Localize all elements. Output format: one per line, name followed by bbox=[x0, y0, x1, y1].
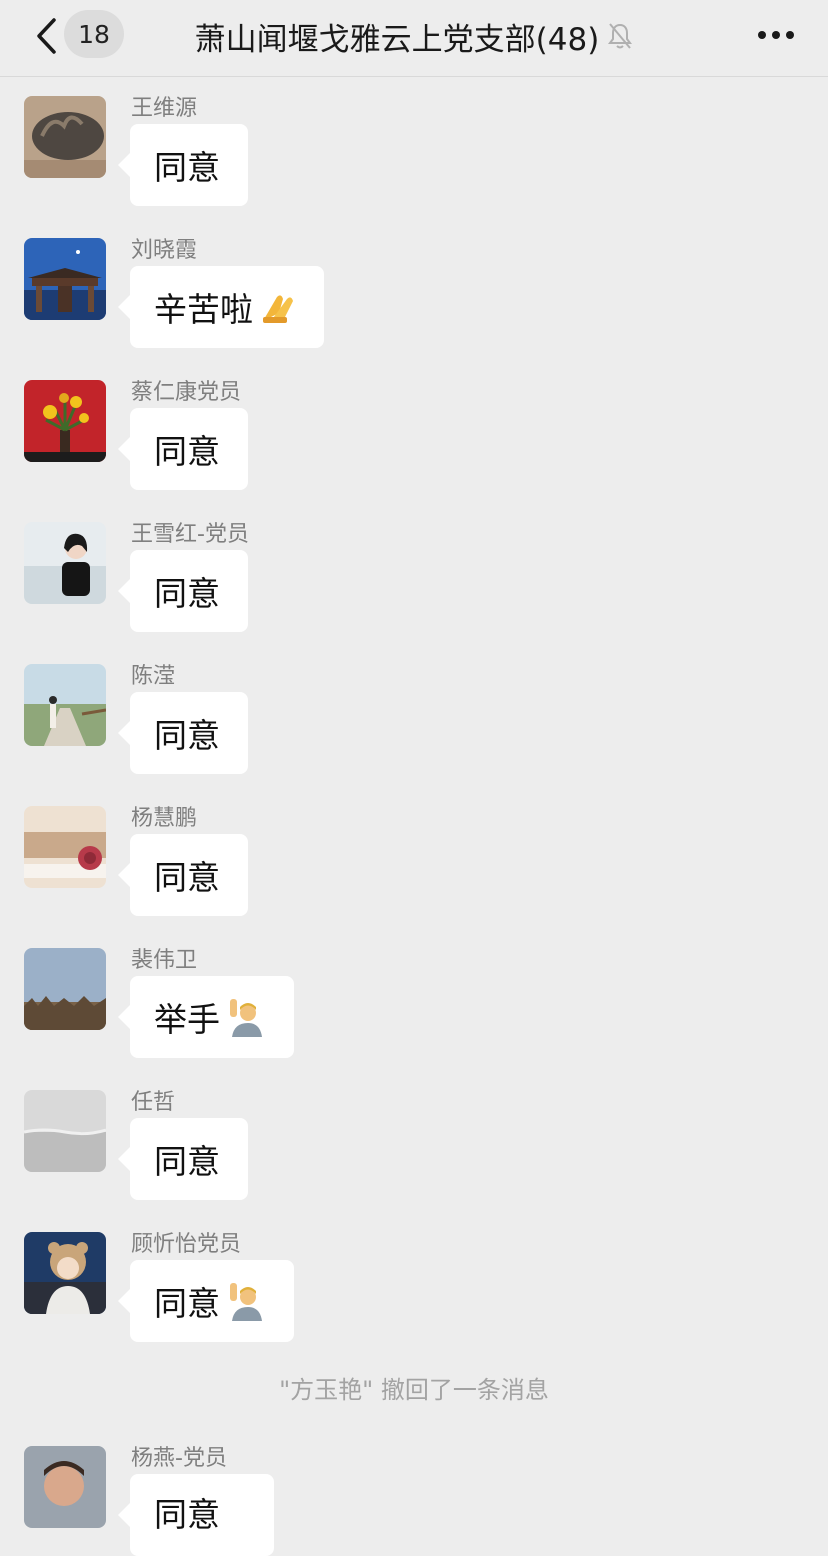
message-text: 举手 bbox=[154, 1000, 220, 1039]
message-bubble[interactable]: 同意 bbox=[118, 1118, 248, 1200]
person-raising-hand-emoji bbox=[226, 1281, 264, 1321]
sender-name: 杨燕-党员 bbox=[131, 1446, 227, 1471]
message-text: 同意 bbox=[154, 432, 220, 471]
sender-name: 王维源 bbox=[131, 96, 198, 121]
avatar[interactable] bbox=[24, 806, 106, 888]
message-bubble[interactable]: 同意 bbox=[118, 124, 248, 206]
sender-name: 顾忻怡党员 bbox=[131, 1232, 242, 1257]
sender-name: 任哲 bbox=[131, 1090, 176, 1115]
sender-name: 王雪红-党员 bbox=[131, 522, 249, 547]
avatar[interactable] bbox=[24, 522, 106, 604]
message-bubble[interactable]: 辛苦啦 bbox=[118, 266, 324, 348]
message-bubble[interactable]: 同意 bbox=[118, 1260, 294, 1342]
message-text: 同意 bbox=[154, 1284, 220, 1323]
back-button[interactable] bbox=[26, 14, 66, 58]
praying-hands-emoji bbox=[259, 289, 299, 325]
bell-muted-icon bbox=[607, 22, 633, 50]
more-options-button[interactable] bbox=[754, 20, 798, 50]
chevron-left-icon bbox=[37, 18, 56, 54]
message-bubble[interactable]: 同意 bbox=[118, 550, 248, 632]
message-text: 同意 bbox=[154, 858, 220, 897]
avatar[interactable] bbox=[24, 664, 106, 746]
message-bubble[interactable]: 同意 bbox=[118, 834, 248, 916]
message-text: 同意 bbox=[154, 1495, 220, 1534]
message-text: 同意 bbox=[154, 148, 220, 187]
avatar[interactable] bbox=[24, 1446, 106, 1528]
sender-name: 蔡仁康党员 bbox=[131, 380, 242, 405]
avatar[interactable] bbox=[24, 948, 106, 1030]
sender-name: 裴伟卫 bbox=[131, 948, 198, 973]
recall-notice: "方玉艳" 撤回了一条消息 bbox=[279, 1376, 549, 1404]
unread-count-badge[interactable]: 18 bbox=[64, 10, 124, 58]
avatar[interactable] bbox=[24, 238, 106, 320]
message-text: 同意 bbox=[154, 574, 220, 613]
message-bubble[interactable]: 举手 bbox=[118, 976, 294, 1058]
sender-name: 杨慧鹏 bbox=[131, 806, 198, 831]
message-text: 同意 bbox=[154, 1142, 220, 1181]
sender-name: 陈滢 bbox=[131, 664, 176, 689]
avatar[interactable] bbox=[24, 1090, 106, 1172]
person-raising-hand-emoji bbox=[226, 997, 264, 1037]
chat-title: 萧山闻堰戈雅云上党支部(48) bbox=[150, 12, 678, 60]
message-bubble[interactable]: 同意 bbox=[118, 692, 248, 774]
message-text: 辛苦啦 bbox=[154, 290, 253, 329]
message-bubble[interactable]: 同意 bbox=[118, 408, 248, 490]
message-bubble[interactable]: 同意 bbox=[118, 1474, 274, 1556]
group-name: 萧山闻堰戈雅云上党支部(48) bbox=[194, 21, 600, 58]
more-dots-icon bbox=[758, 31, 766, 39]
message-text: 同意 bbox=[154, 716, 220, 755]
avatar[interactable] bbox=[24, 380, 106, 462]
sender-name: 刘晓霞 bbox=[131, 238, 198, 263]
avatar[interactable] bbox=[24, 1232, 106, 1314]
avatar[interactable] bbox=[24, 96, 106, 178]
chat-header: 18 萧山闻堰戈雅云上党支部(48) bbox=[0, 0, 828, 77]
